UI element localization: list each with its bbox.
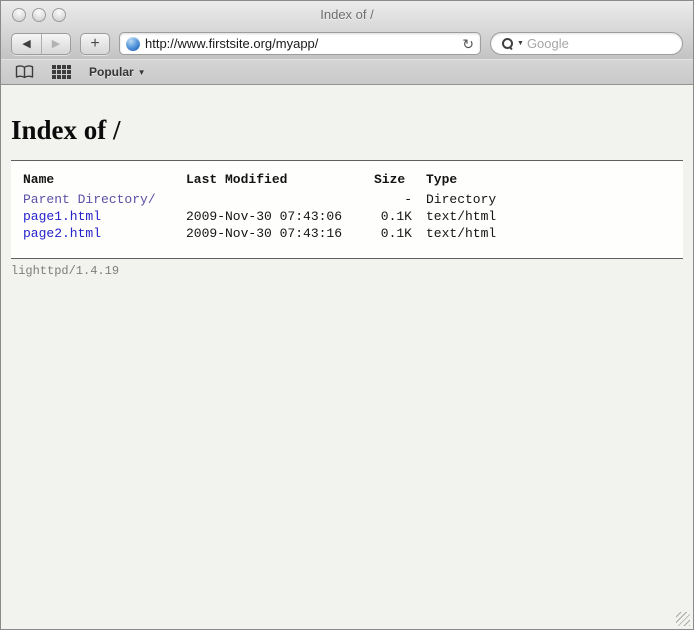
page2-link[interactable]: page2.html [23,226,101,241]
forward-button[interactable]: ▶ [41,34,70,54]
plus-icon: + [90,35,99,53]
directory-table: Name Last Modified Size Type Parent Dire… [23,171,496,242]
column-header-size: Size [374,171,426,191]
top-sites-grid-icon[interactable] [52,65,71,79]
cell-size: 0.1K [374,208,426,225]
cell-type: text/html [426,208,496,225]
browser-window: Index of / ◀ ▶ + ↻ ▼ Google [0,0,694,630]
server-version-footer: lighttpd/1.4.19 [11,264,683,278]
google-search-field[interactable]: ▼ Google [490,32,683,55]
table-row: Parent Directory/ - Directory [23,191,496,208]
column-header-name: Name [23,171,186,191]
cell-type: Directory [426,191,496,208]
chevron-down-icon: ▼ [138,68,146,77]
bookmarks-book-icon[interactable] [15,65,34,79]
table-row: page2.html 2009-Nov-30 07:43:16 0.1K tex… [23,225,496,242]
add-bookmark-button[interactable]: + [80,33,110,55]
refresh-icon[interactable]: ↻ [462,37,474,51]
resize-grip[interactable] [676,612,690,626]
cell-modified [186,191,374,208]
close-window-button[interactable] [12,8,26,22]
bookmarks-bar: Popular ▼ [1,59,693,85]
back-button[interactable]: ◀ [12,34,41,54]
search-icon [501,37,514,50]
site-favicon-globe-icon [126,37,140,51]
address-bar[interactable]: ↻ [119,32,481,55]
minimize-window-button[interactable] [32,8,46,22]
title-bar: Index of / [1,1,693,28]
directory-listing: Name Last Modified Size Type Parent Dire… [11,160,683,259]
column-header-type: Type [426,171,496,191]
column-header-modified: Last Modified [186,171,374,191]
window-title: Index of / [1,7,693,22]
table-header-row: Name Last Modified Size Type [23,171,496,191]
table-row: page1.html 2009-Nov-30 07:43:06 0.1K tex… [23,208,496,225]
cell-size: 0.1K [374,225,426,242]
zoom-window-button[interactable] [52,8,66,22]
bookmark-label: Popular [89,65,134,79]
page-title: Index of / [11,115,683,146]
url-input[interactable] [145,36,457,51]
browser-toolbar: ◀ ▶ + ↻ ▼ Google [1,28,693,59]
forward-icon: ▶ [52,37,60,50]
traffic-lights [12,8,66,22]
back-icon: ◀ [22,37,30,50]
cell-type: text/html [426,225,496,242]
cell-modified: 2009-Nov-30 07:43:16 [186,225,374,242]
nav-button-group: ◀ ▶ [11,33,71,55]
search-options-chevron-icon[interactable]: ▼ [517,40,524,47]
page-content: Index of / Name Last Modified Size Type … [1,85,693,278]
cell-size: - [374,191,426,208]
cell-modified: 2009-Nov-30 07:43:06 [186,208,374,225]
page1-link[interactable]: page1.html [23,209,101,224]
bookmark-menu-popular[interactable]: Popular ▼ [89,65,146,79]
parent-directory-link[interactable]: Parent Directory/ [23,192,156,207]
search-placeholder: Google [527,36,569,51]
